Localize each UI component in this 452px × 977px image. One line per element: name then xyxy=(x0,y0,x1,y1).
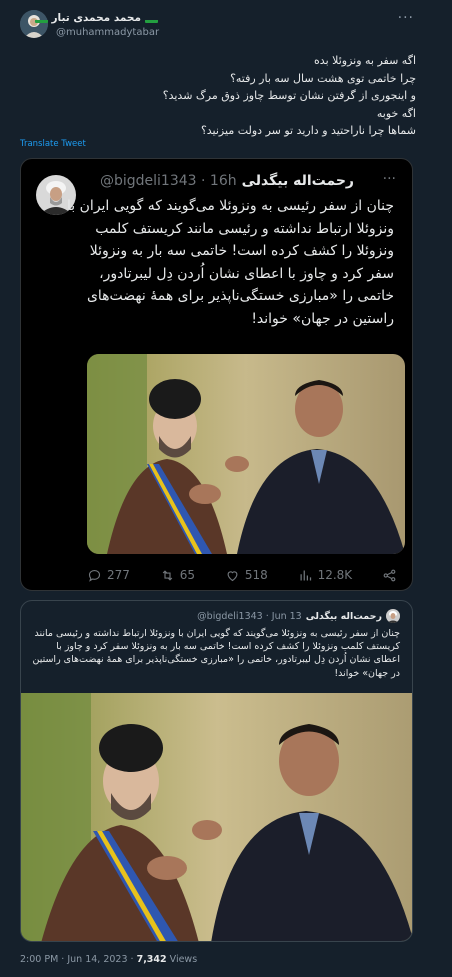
views-icon xyxy=(300,570,311,580)
views-stat: 12.8K xyxy=(298,568,352,583)
translate-link[interactable]: Translate Tweet xyxy=(20,139,86,149)
embedded-photo xyxy=(87,354,405,554)
author-name[interactable]: محمد محمدی تبار xyxy=(52,12,142,24)
timestamp[interactable]: 2:00 PM · Jun 14, 2023 · xyxy=(20,954,137,965)
embedded-header: @bigdeli1343 · 16h رحمت‌اله بیگدلی xyxy=(100,173,354,189)
share-stat xyxy=(382,568,397,583)
quoted-tweet[interactable]: @bigdeli1343 · Jun 13 رحمت‌اله بیگدلی چن… xyxy=(20,600,413,942)
like-stat: 518 xyxy=(225,568,268,583)
more-icon[interactable]: ··· xyxy=(398,10,414,26)
quoted-text: چنان از سفر رئیسی به ونزوئلا می‌گویند که… xyxy=(32,628,401,679)
more-icon: ··· xyxy=(382,171,396,187)
author-handle[interactable]: @muhammadytabar xyxy=(56,27,159,38)
embedded-handle: @bigdeli1343 · 16h xyxy=(99,173,237,189)
reply-icon xyxy=(88,569,101,582)
reply-stat: 277 xyxy=(87,568,130,583)
views-count: 7,342 xyxy=(136,954,167,965)
retweet-stat: 65 xyxy=(160,568,195,583)
share-icon xyxy=(383,569,396,581)
quoted-avatar xyxy=(386,609,400,623)
tweet-line: چرا خاتمی توی هشت سال سه بار رفته؟ xyxy=(230,71,416,85)
embedded-text: چنان از سفر رئیسی به ونزوئلا می‌گویند که… xyxy=(67,198,394,327)
embedded-tweet-image[interactable]: @bigdeli1343 · 16h رحمت‌اله بیگدلی ··· چ… xyxy=(20,158,413,591)
views-label: Views xyxy=(166,954,198,965)
like-icon xyxy=(227,570,238,581)
embedded-actions: 277 65 518 12.8K xyxy=(87,566,397,584)
flag-icon xyxy=(145,14,158,23)
tweet-text: اگه سفر به ونزوئلا بده چرا خاتمی توی هشت… xyxy=(16,52,416,140)
quoted-header: @bigdeli1343 · Jun 13 رحمت‌اله بیگدلی xyxy=(197,609,400,623)
quoted-handle: @bigdeli1343 · Jun 13 xyxy=(197,610,302,622)
tweet-line: شماها چرا ناراحتید و دارید تو سر دولت می… xyxy=(200,124,416,138)
tweet-header: محمد محمدی تبار @muhammadytabar ··· xyxy=(0,0,452,48)
quoted-photo[interactable] xyxy=(21,693,412,941)
retweet-icon xyxy=(162,569,173,581)
flag-icon xyxy=(34,14,48,23)
tweet-line: اگه سفر به ونزوئلا بده xyxy=(314,54,416,67)
tweet-line: و اینجوری از گرفتن نشان توسط چاوز ذوق مر… xyxy=(162,89,416,103)
author-name-row[interactable]: محمد محمدی تبار xyxy=(34,12,158,24)
tweet-meta: 2:00 PM · Jun 14, 2023 · 7,342 Views xyxy=(20,954,197,965)
quoted-name: رحمت‌اله بیگدلی xyxy=(305,610,382,622)
embedded-name: رحمت‌اله بیگدلی xyxy=(241,173,354,189)
tweet-line: اگه خوبه xyxy=(376,106,416,120)
